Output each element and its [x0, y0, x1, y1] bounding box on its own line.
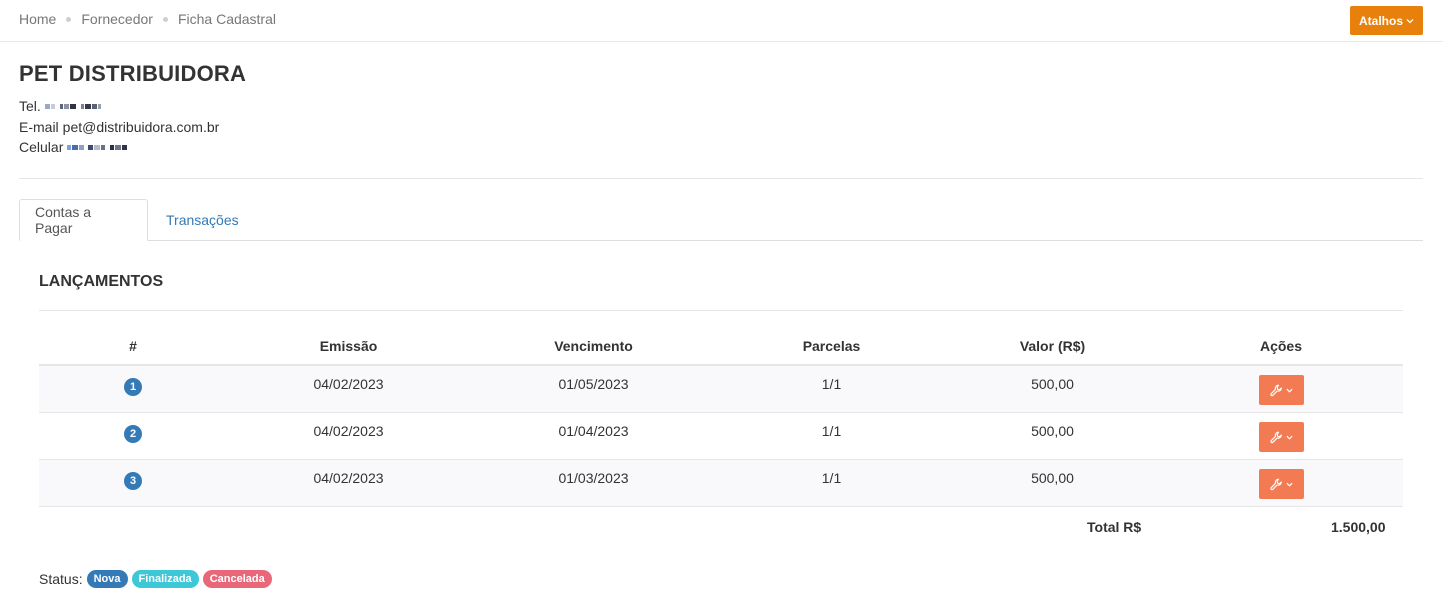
header-divider [19, 178, 1423, 179]
email-label: E-mail [19, 119, 59, 135]
table-row: 3 04/02/2023 01/03/2023 1/1 500,00 [39, 460, 1403, 507]
column-header-parcelas: Parcelas [802, 338, 861, 354]
status-legend: Status: Nova Finalizada Cancelada [39, 570, 276, 588]
column-header-vencimento: Vencimento [554, 338, 633, 354]
row-number-badge: 1 [124, 378, 142, 396]
redacted-phone [44, 100, 101, 112]
chevron-down-icon [1285, 388, 1293, 393]
wrench-icon [1269, 384, 1282, 396]
section-title: LANÇAMENTOS [39, 273, 164, 290]
tab-contas-a-pagar[interactable]: Contas a Pagar [19, 199, 148, 241]
redacted-mobile [67, 141, 128, 153]
section-divider [39, 310, 1403, 311]
shortcuts-button-label: Atalhos [1358, 13, 1403, 28]
status-badge-finalizada: Finalizada [131, 570, 199, 588]
valor-cell: 500,00 [1031, 423, 1074, 439]
row-number-badge: 2 [124, 425, 142, 443]
valor-cell: 500,00 [1031, 376, 1074, 392]
parcelas-cell: 1/1 [821, 376, 842, 392]
entries-table: # Emissão Vencimento Parcelas Valor (R$)… [39, 328, 1403, 507]
column-header-number: # [129, 338, 137, 354]
email-value: pet@distribuidora.com.br [62, 119, 220, 135]
vencimento-cell: 01/04/2023 [558, 423, 629, 439]
column-header-acoes: Ações [1259, 338, 1303, 354]
parcelas-cell: 1/1 [821, 423, 842, 439]
tab-transacoes[interactable]: Transações [151, 199, 254, 241]
supplier-mobile: Celular [19, 139, 128, 155]
total-label: Total R$ [1087, 519, 1142, 535]
chevron-down-icon [1285, 435, 1293, 440]
vencimento-cell: 01/03/2023 [558, 470, 629, 486]
supplier-name: PET DISTRIBUIDORA [19, 61, 247, 86]
breadcrumb: Home Fornecedor Ficha Cadastral [19, 11, 276, 27]
mobile-label: Celular [19, 139, 64, 155]
total-value: 1.500,00 [1331, 519, 1386, 535]
chevron-down-icon [1285, 482, 1293, 487]
status-badge-cancelada: Cancelada [202, 570, 272, 588]
row-actions-button[interactable] [1258, 469, 1304, 499]
tab-bar: Contas a Pagar Transações [19, 199, 1423, 241]
chevron-down-icon [1406, 18, 1414, 23]
valor-cell: 500,00 [1031, 470, 1074, 486]
supplier-email: E-mail pet@distribuidora.com.br [19, 119, 219, 135]
breadcrumb-fornecedor[interactable]: Fornecedor [81, 11, 153, 27]
breadcrumb-separator [162, 16, 168, 22]
phone-label: Tel. [19, 98, 41, 114]
status-label: Status: [39, 571, 83, 587]
column-header-emissao: Emissão [319, 338, 378, 354]
wrench-icon [1269, 431, 1282, 443]
shortcuts-dropdown-button[interactable]: Atalhos [1350, 6, 1423, 35]
vencimento-cell: 01/05/2023 [558, 376, 629, 392]
table-row: 2 04/02/2023 01/04/2023 1/1 500,00 [39, 413, 1403, 460]
breadcrumb-home[interactable]: Home [19, 11, 56, 27]
status-badge-nova: Nova [86, 570, 128, 588]
emissao-cell: 04/02/2023 [313, 470, 384, 486]
breadcrumb-ficha-cadastral: Ficha Cadastral [177, 11, 276, 27]
column-header-valor: Valor (R$) [1019, 338, 1086, 354]
supplier-phone: Tel. [19, 98, 101, 114]
breadcrumb-separator [66, 16, 72, 22]
row-number-badge: 3 [124, 472, 142, 490]
table-row: 1 04/02/2023 01/05/2023 1/1 500,00 [39, 366, 1403, 413]
row-actions-button[interactable] [1258, 375, 1304, 405]
table-header: # Emissão Vencimento Parcelas Valor (R$)… [39, 328, 1403, 366]
emissao-cell: 04/02/2023 [313, 423, 384, 439]
top-bar: Home Fornecedor Ficha Cadastral Atalhos [0, 0, 1443, 42]
emissao-cell: 04/02/2023 [313, 376, 384, 392]
row-actions-button[interactable] [1258, 422, 1304, 452]
wrench-icon [1269, 478, 1282, 490]
parcelas-cell: 1/1 [821, 470, 842, 486]
